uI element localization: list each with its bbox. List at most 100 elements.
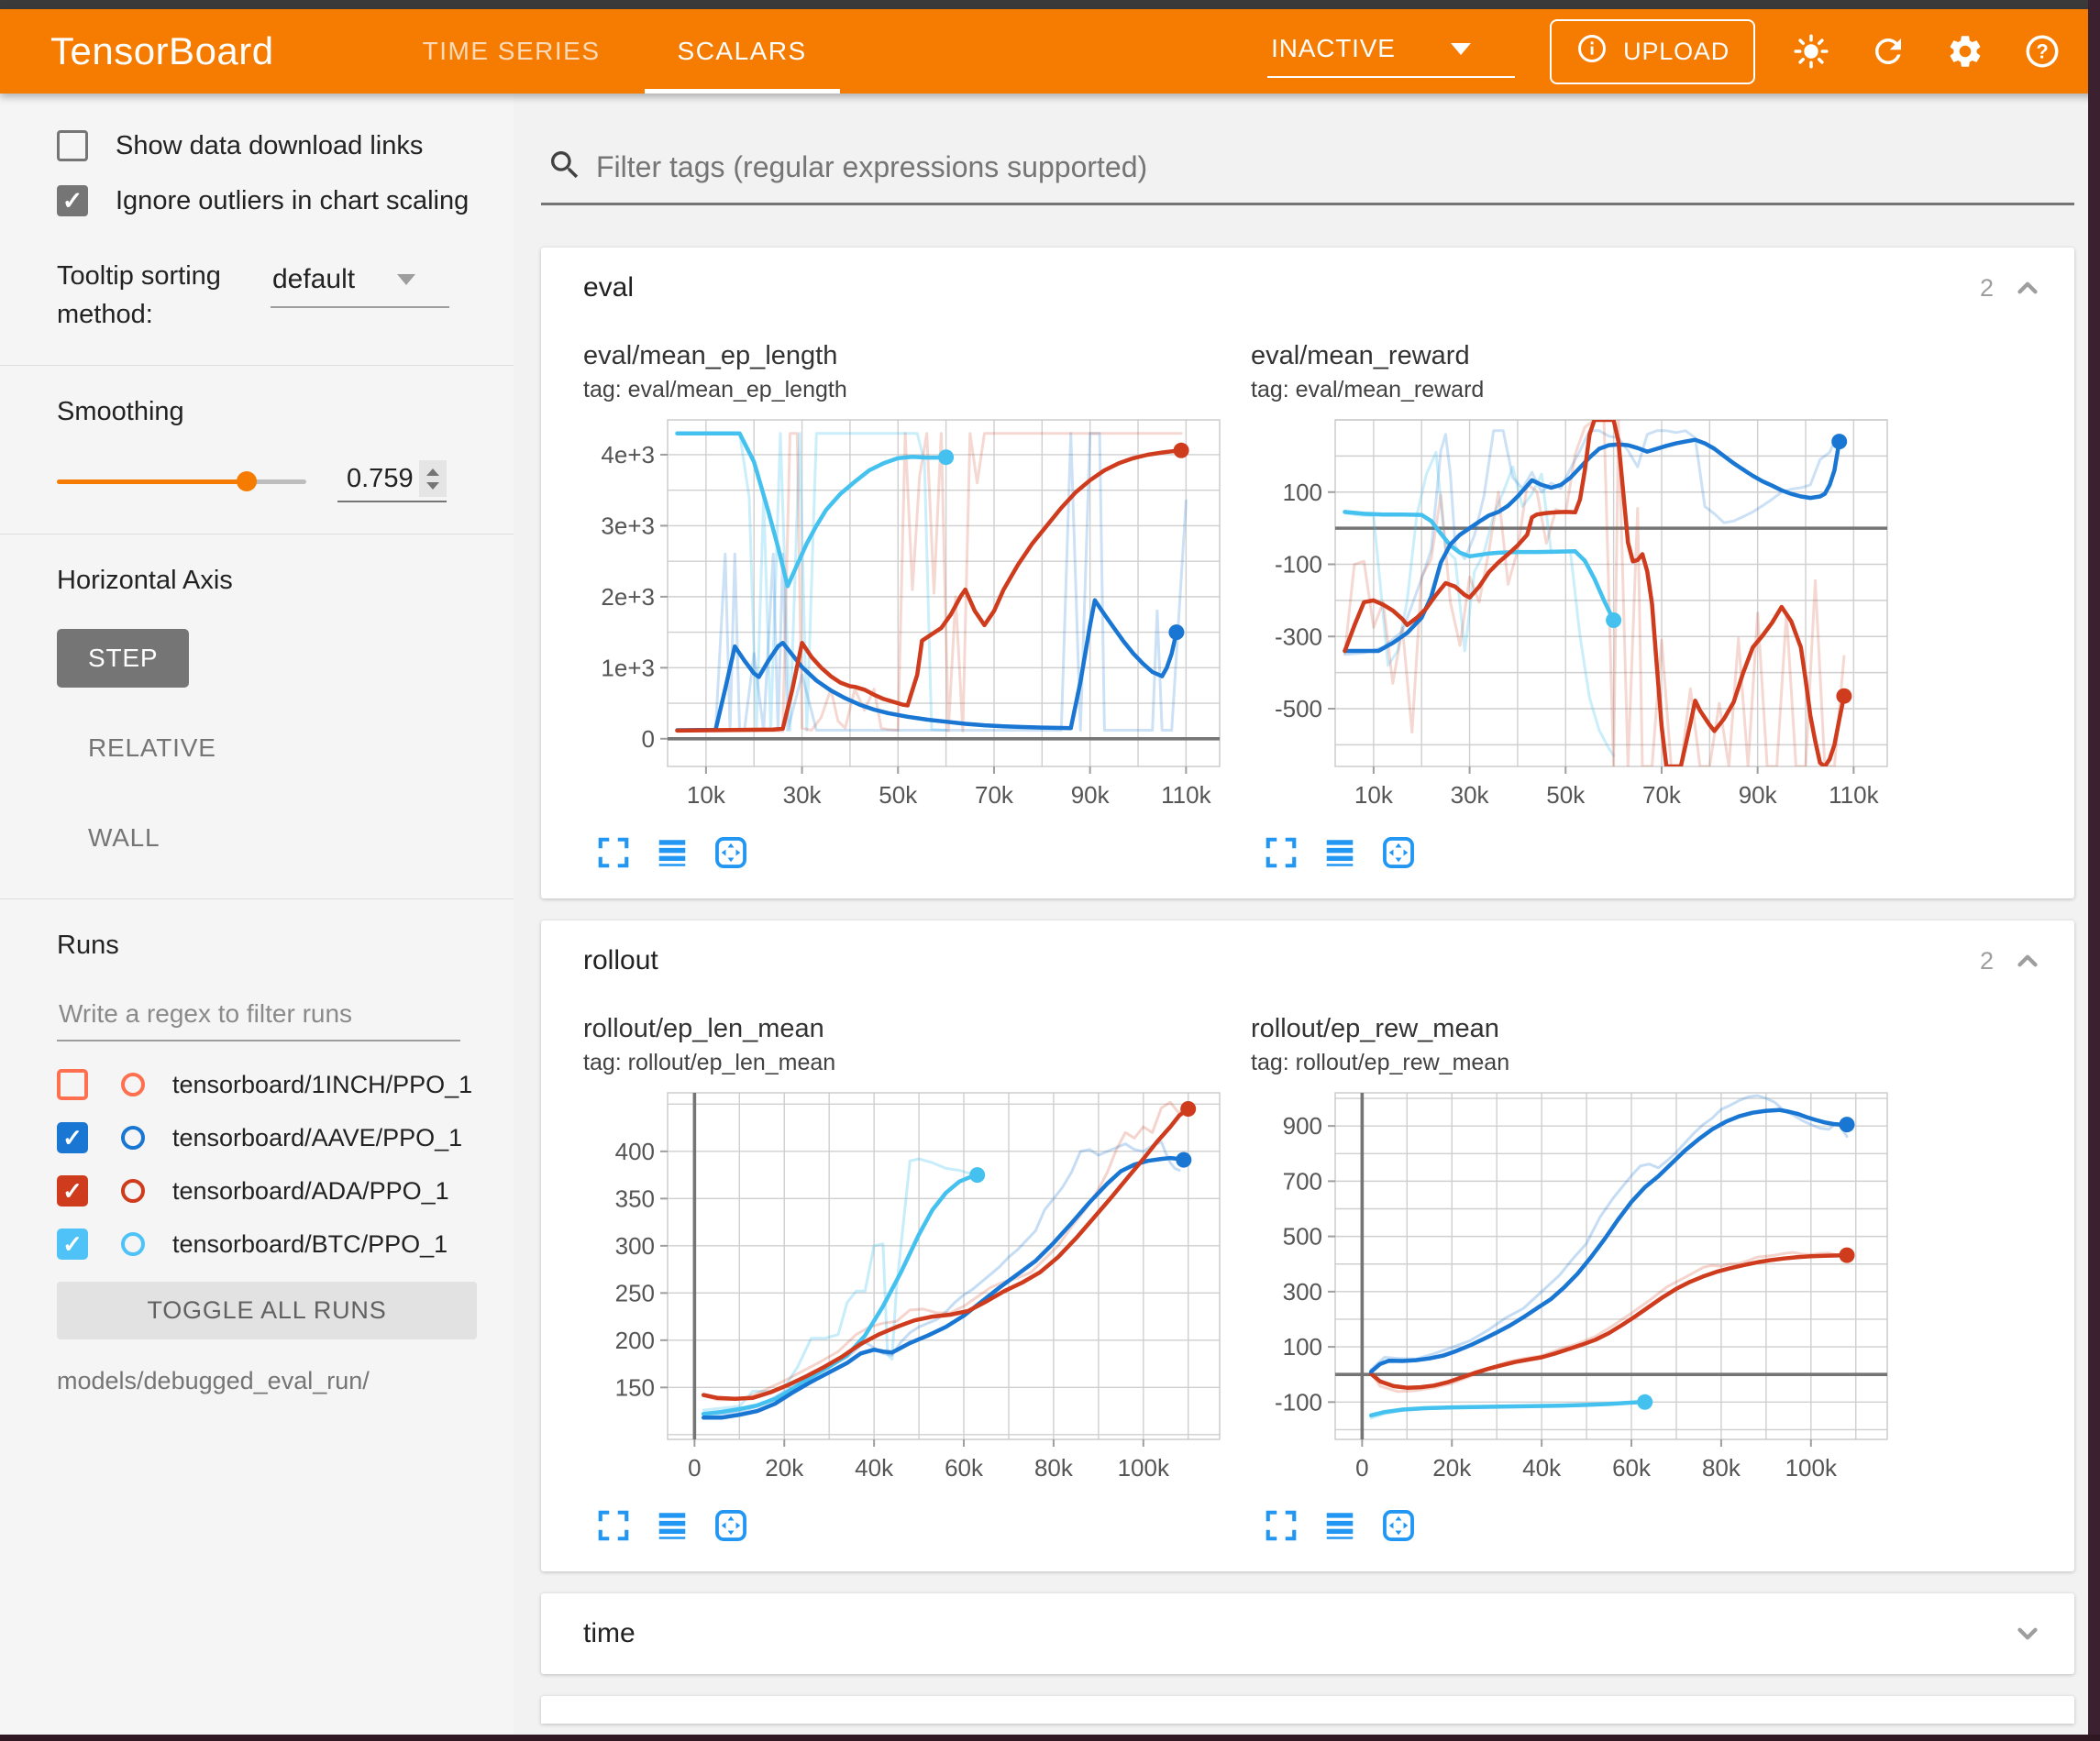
run-selector-icon[interactable] [655,1508,690,1548]
help-icon[interactable]: ? [2021,30,2063,72]
svg-text:500: 500 [1283,1223,1322,1251]
fit-domain-icon[interactable] [1381,1508,1416,1548]
search-icon [547,147,583,188]
line-chart[interactable]: 020k40k60k80k100k150200250300350400 [583,1084,1225,1498]
section-card-partial [541,1696,2074,1724]
svg-text:2e+3: 2e+3 [601,583,655,611]
run-checkbox[interactable] [57,1175,88,1207]
svg-text:30k: 30k [1451,781,1490,809]
fit-domain-icon[interactable] [713,835,748,875]
svg-text:150: 150 [615,1373,655,1401]
runs-label: Runs [57,931,514,961]
section-card-eval: eval 2 eval/mean_ep_length tag: eval/mea… [541,248,2074,898]
chevron-up-icon[interactable] [2012,945,2043,976]
brightness-icon[interactable] [1790,30,1832,72]
runs-logdir-path: models/debugged_eval_run/ [57,1367,514,1395]
tab-scalars[interactable]: SCALARS [639,9,846,94]
slider-thumb[interactable] [237,471,257,491]
svg-text:0: 0 [642,725,655,753]
run-color-circle[interactable] [121,1073,145,1096]
show-download-links-option[interactable]: Show data download links [57,130,514,161]
line-chart[interactable]: 10k30k50k70k90k110k100-100-300-500 [1251,411,1893,825]
svg-text:110k: 110k [1829,781,1879,809]
run-color-circle[interactable] [121,1126,145,1150]
svg-text:4e+3: 4e+3 [601,441,655,468]
info-icon [1575,32,1608,72]
svg-text:0: 0 [688,1454,701,1482]
run-row-btc[interactable]: tensorboard/BTC/PPO_1 [57,1229,514,1260]
refresh-icon[interactable] [1867,30,1909,72]
svg-text:60k: 60k [1612,1454,1652,1482]
svg-text:700: 700 [1283,1167,1322,1195]
runs-filter-input[interactable] [57,994,460,1041]
svg-text:100k: 100k [1785,1454,1838,1482]
stepper-down-icon[interactable] [426,482,439,490]
checkbox[interactable] [57,130,88,161]
run-selector-icon[interactable] [1322,1508,1357,1548]
section-header-time[interactable]: time [541,1593,2074,1674]
chevron-up-icon[interactable] [2012,272,2043,303]
axis-option-step[interactable]: STEP [57,629,189,688]
checkbox[interactable] [57,185,88,216]
svg-text:40k: 40k [1522,1454,1562,1482]
smoothing-slider[interactable] [57,479,306,484]
section-header-rollout[interactable]: rollout 2 [541,920,2074,1001]
expand-chart-icon[interactable] [1264,1508,1299,1548]
divider [0,365,514,366]
number-stepper[interactable] [419,460,447,497]
section-header-eval[interactable]: eval 2 [541,248,2074,328]
section-card-time: time [541,1593,2074,1674]
line-chart[interactable]: 10k30k50k70k90k110k01e+32e+33e+34e+3 [583,411,1225,825]
expand-chart-icon[interactable] [1264,835,1299,875]
svg-text:100k: 100k [1118,1454,1170,1482]
svg-text:400: 400 [615,1138,655,1165]
ignore-outliers-option[interactable]: Ignore outliers in chart scaling [57,185,514,216]
app-header: TensorBoard TIME SERIES SCALARS INACTIVE… [0,9,2100,94]
run-checkbox[interactable] [57,1122,88,1153]
tooltip-sorting-select[interactable]: default [271,262,449,308]
run-checkbox[interactable] [57,1229,88,1260]
chart-rollout-ep-len-mean: rollout/ep_len_mean tag: rollout/ep_len_… [583,1014,1236,1548]
tag-filter-input[interactable] [596,150,2069,184]
divider [0,898,514,899]
settings-icon[interactable] [1944,30,1986,72]
svg-text:40k: 40k [855,1454,894,1482]
run-selector-icon[interactable] [655,835,690,875]
run-row-ada[interactable]: tensorboard/ADA/PPO_1 [57,1175,514,1207]
expand-chart-icon[interactable] [596,835,631,875]
toggle-all-runs-button[interactable]: TOGGLE ALL RUNS [57,1282,477,1339]
run-color-circle[interactable] [121,1232,145,1256]
line-chart[interactable]: 020k40k60k80k100k-100100300500700900 [1251,1084,1893,1498]
svg-text:0: 0 [1355,1454,1368,1482]
fit-domain-icon[interactable] [713,1508,748,1548]
svg-text:100: 100 [1283,1333,1322,1361]
run-row-aave[interactable]: tensorboard/AAVE/PPO_1 [57,1122,514,1153]
app-title: TensorBoard [50,29,274,73]
svg-text:110k: 110k [1161,781,1211,809]
horizontal-axis-label: Horizontal Axis [57,566,514,596]
scalars-dashboard: eval 2 eval/mean_ep_length tag: eval/mea… [514,94,2100,1741]
smoothing-label: Smoothing [57,397,514,427]
status-dropdown[interactable]: INACTIVE [1267,25,1515,78]
window-bottom-edge [0,1735,2100,1741]
run-selector-icon[interactable] [1322,835,1357,875]
upload-button[interactable]: UPLOAD [1550,19,1755,84]
tab-time-series[interactable]: TIME SERIES [384,9,639,94]
tag-filter-bar[interactable] [541,139,2074,205]
expand-chart-icon[interactable] [596,1508,631,1548]
svg-text:3e+3: 3e+3 [601,512,655,539]
chevron-down-icon[interactable] [2012,1618,2043,1649]
stepper-up-icon[interactable] [426,468,439,476]
run-color-circle[interactable] [121,1179,145,1203]
svg-text:-500: -500 [1275,695,1322,722]
svg-text:-100: -100 [1275,1388,1322,1416]
svg-text:50k: 50k [1546,781,1586,809]
run-row-1inch[interactable]: tensorboard/1INCH/PPO_1 [57,1069,514,1100]
axis-option-wall[interactable]: WALL [57,809,191,867]
svg-text:200: 200 [615,1327,655,1354]
run-checkbox[interactable] [57,1069,88,1100]
fit-domain-icon[interactable] [1381,835,1416,875]
smoothing-value-field[interactable]: 0.759 [337,460,447,502]
axis-option-relative[interactable]: RELATIVE [57,719,248,777]
section-count: 2 [1980,274,1994,303]
